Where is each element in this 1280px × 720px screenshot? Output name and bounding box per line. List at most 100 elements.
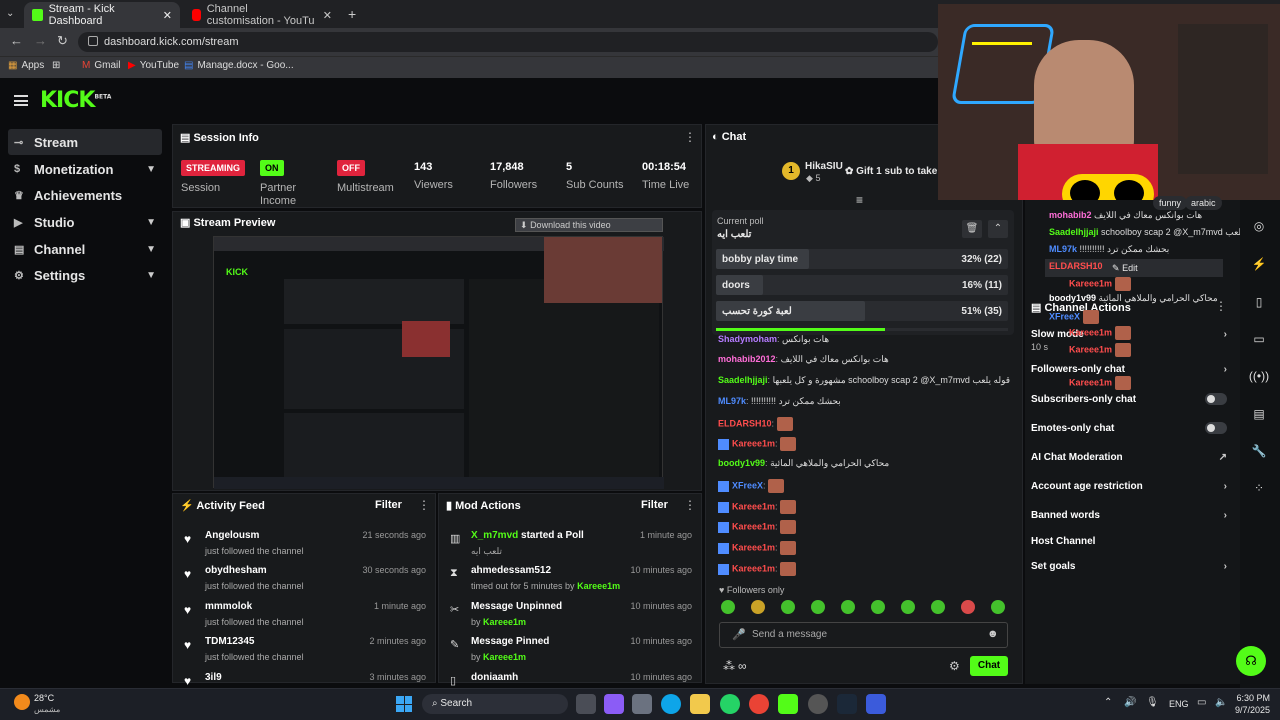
activity-item[interactable]: ♥ Angelousm just followed the channel 21…: [180, 530, 428, 560]
users-icon[interactable]: ⁂: [723, 659, 735, 673]
top-gifter-name[interactable]: HikaSIU: [805, 161, 843, 172]
new-tab-icon[interactable]: +: [348, 6, 356, 22]
steam-icon[interactable]: [837, 694, 857, 714]
back-icon[interactable]: ←: [10, 33, 23, 48]
activity-item[interactable]: ♥ mmmolok just followed the channel 1 mi…: [180, 601, 428, 631]
camera-icon[interactable]: ◎: [1245, 212, 1273, 240]
mod-action-item[interactable]: ⧗ ahmedessam512 timed out for 5 minutes …: [446, 565, 694, 595]
tag-arabic[interactable]: arabic: [1185, 196, 1222, 210]
more-options-icon[interactable]: ⋮: [418, 498, 430, 512]
emoji-icon[interactable]: ☻: [987, 628, 999, 640]
quick-emote-icon[interactable]: [841, 600, 855, 614]
chat-message[interactable]: Saadelhjjaji: مشهورة و كل يلعبها schoolb…: [718, 375, 1010, 386]
quick-emote-icon[interactable]: [991, 600, 1005, 614]
stat-multistream[interactable]: OFF Multistream: [337, 160, 394, 194]
clock-time[interactable]: 6:30 PM: [1230, 693, 1270, 703]
edit-button[interactable]: ✎ Edit: [1112, 263, 1138, 274]
volume-icon[interactable]: 🔈: [1215, 697, 1227, 708]
chat-message[interactable]: Kareee1m:: [718, 520, 797, 534]
chat-message[interactable]: Kareee1m:: [718, 437, 797, 451]
language-indicator[interactable]: ENG: [1169, 699, 1189, 709]
broadcast-icon[interactable]: ((•)): [1245, 362, 1273, 390]
menu-icon[interactable]: [14, 95, 28, 106]
pinned-collapse-icon[interactable]: ≡: [856, 193, 863, 207]
taskbar-search[interactable]: ⌕ Search: [422, 694, 568, 714]
windows-start-icon[interactable]: [396, 696, 412, 712]
quick-emote-icon[interactable]: [871, 600, 885, 614]
copilot-icon[interactable]: [604, 694, 624, 714]
gift-sub-banner[interactable]: ✿ Gift 1 sub to take 2: [845, 166, 946, 177]
quick-emote-icon[interactable]: [931, 600, 945, 614]
chat-message[interactable]: Kareee1m:: [718, 562, 797, 576]
address-bar[interactable]: dashboard.kick.com/stream: [78, 32, 938, 52]
action-account-age[interactable]: Account age restriction ›: [1031, 481, 1227, 492]
mod-filter-button[interactable]: Filter: [641, 499, 668, 511]
sidebar-item-settings[interactable]: ⚙ Settings ▼: [8, 262, 162, 288]
tab-search-icon[interactable]: ⌄: [6, 8, 14, 19]
chat-message[interactable]: ELDARSH10:: [718, 417, 793, 431]
file-explorer-icon[interactable]: [690, 694, 710, 714]
apps-icon[interactable]: ⁘: [1245, 474, 1273, 502]
more-options-icon[interactable]: ⋮: [684, 130, 696, 144]
chat-send-button[interactable]: Chat: [970, 656, 1008, 676]
chat-message[interactable]: Kareee1m:: [718, 541, 797, 555]
emotes-only-toggle[interactable]: [1205, 422, 1227, 434]
chat-settings-icon[interactable]: ⚙: [949, 659, 960, 673]
layout-icon[interactable]: ▤: [1245, 400, 1273, 428]
bookmark-youtube[interactable]: ▶ YouTube: [128, 60, 179, 71]
stream-preview-video[interactable]: KICK: [213, 236, 664, 489]
poll-option[interactable]: bobby play time 32% (22): [716, 249, 1008, 269]
chrome-icon[interactable]: [749, 694, 769, 714]
quick-emote-icon[interactable]: [781, 600, 795, 614]
reload-icon[interactable]: ↻: [57, 33, 68, 49]
action-followers-only[interactable]: Followers-only chat ›: [1031, 364, 1227, 375]
site-info-icon[interactable]: [88, 36, 98, 46]
chat-message[interactable]: XFreeX:: [718, 479, 785, 493]
mic-tray-icon[interactable]: 🎙: [1146, 697, 1159, 708]
obs-icon[interactable]: [808, 694, 828, 714]
subscribers-only-toggle[interactable]: [1205, 393, 1227, 405]
quick-emote-icon[interactable]: [961, 600, 975, 614]
edge-icon[interactable]: [661, 694, 681, 714]
whatsapp-icon[interactable]: [720, 694, 740, 714]
kick-app-icon[interactable]: [778, 694, 798, 714]
store-icon[interactable]: [632, 694, 652, 714]
grid-icon[interactable]: ⊞: [52, 60, 60, 71]
chat-message[interactable]: Shadymoham: هات بوانكس: [718, 334, 829, 345]
microphone-icon[interactable]: 🎤: [732, 628, 746, 641]
action-banned-words[interactable]: Banned words ›: [1031, 510, 1227, 521]
tab-youtube[interactable]: Channel customisation - YouTu ✕: [184, 2, 340, 28]
stat-partner[interactable]: ON Partner Income: [260, 160, 296, 207]
quick-emote-icon[interactable]: [901, 600, 915, 614]
sidebar-item-channel[interactable]: ▤ Channel ▼: [8, 236, 162, 262]
quick-emote-icon[interactable]: [811, 600, 825, 614]
action-set-goals[interactable]: Set goals ›: [1031, 561, 1227, 572]
more-options-icon[interactable]: ⋮: [684, 498, 696, 512]
close-icon[interactable]: ✕: [323, 9, 332, 22]
infinity-icon[interactable]: ∞: [738, 659, 747, 673]
action-emotes-only[interactable]: Emotes-only chat: [1031, 422, 1227, 434]
mod-action-item[interactable]: ✎ Message Pinned by Kareee1m 10 minutes …: [446, 636, 694, 666]
activity-item[interactable]: ♥ obydhesham just followed the channel 3…: [180, 565, 428, 595]
sidebar-item-monetization[interactable]: $ Monetization ▼: [8, 156, 162, 182]
tab-kick-dashboard[interactable]: Stream - Kick Dashboard ✕: [24, 2, 180, 28]
poll-option[interactable]: doors 16% (11): [716, 275, 1008, 295]
tag-funny[interactable]: funny: [1153, 196, 1188, 210]
sidebar-item-studio[interactable]: ▶ Studio ▼: [8, 209, 162, 235]
network-icon[interactable]: ▭: [1197, 697, 1206, 708]
mod-action-item[interactable]: ▥ X_m7mvd started a Poll تلعب ايه 1 minu…: [446, 530, 694, 560]
speaker-icon[interactable]: 🔊: [1124, 697, 1136, 708]
delete-poll-icon[interactable]: 🗑: [962, 220, 982, 238]
file-icon[interactable]: ▯: [1245, 288, 1273, 316]
tools-icon[interactable]: 🔧: [1245, 437, 1273, 465]
weather-temp[interactable]: 28°C: [34, 693, 54, 703]
action-host-channel[interactable]: Host Channel: [1031, 536, 1227, 547]
app-icon[interactable]: [866, 694, 886, 714]
message-icon[interactable]: ▭: [1245, 325, 1273, 353]
action-ai-moderation[interactable]: AI Chat Moderation ↗: [1031, 452, 1227, 463]
quick-emote-icon[interactable]: [721, 600, 735, 614]
poll-option[interactable]: لعبة كورة تحسب 51% (35): [716, 301, 1008, 321]
action-subscribers-only[interactable]: Subscribers-only chat: [1031, 393, 1227, 405]
more-options-icon[interactable]: ⋮: [1215, 299, 1227, 313]
activity-item[interactable]: ♥ TDM12345 just followed the channel 2 m…: [180, 636, 428, 666]
